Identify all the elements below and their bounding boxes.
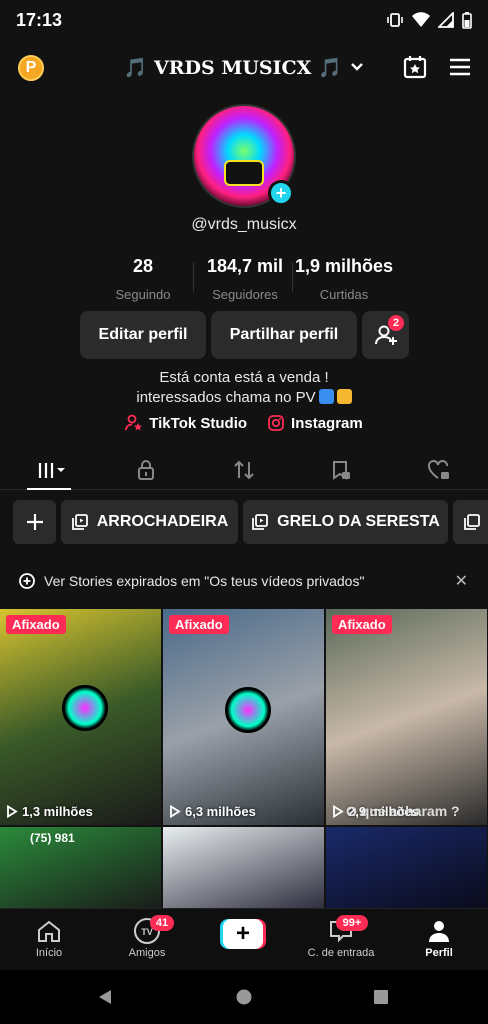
down-arrow-emoji-icon bbox=[318, 389, 334, 404]
profile-bio: Está conta está a venda ! interessados c… bbox=[0, 368, 488, 408]
nav-friends[interactable]: TV Amigos 41 bbox=[102, 915, 192, 959]
story-add-icon bbox=[19, 573, 35, 589]
signal-icon bbox=[438, 12, 454, 28]
account-title: VRDS MUSICX bbox=[153, 57, 312, 79]
home-button-icon[interactable] bbox=[235, 988, 253, 1006]
profile-handle: @vrds_musicx bbox=[191, 216, 297, 233]
recents-icon[interactable] bbox=[373, 989, 389, 1005]
playlist-icon bbox=[464, 514, 480, 530]
svg-text:TV: TV bbox=[141, 927, 153, 937]
tab-videos[interactable] bbox=[30, 456, 70, 484]
plus-icon bbox=[26, 514, 43, 530]
close-icon[interactable]: ✕ bbox=[455, 571, 468, 591]
video-caption: (75) 981 bbox=[30, 831, 75, 845]
playlist-icon bbox=[252, 514, 269, 530]
nav-profile[interactable]: Perfil bbox=[394, 917, 484, 959]
brand-logo bbox=[224, 160, 264, 186]
inbox-tray-emoji-icon bbox=[336, 389, 352, 404]
add-story-button[interactable]: + bbox=[268, 180, 294, 206]
creator-icon bbox=[125, 414, 143, 431]
nav-home[interactable]: Início bbox=[4, 917, 94, 959]
play-icon bbox=[7, 805, 18, 818]
profile-icon bbox=[429, 921, 449, 942]
play-icon bbox=[333, 805, 344, 818]
tab-reposts[interactable] bbox=[224, 456, 264, 484]
channel-logo bbox=[62, 685, 108, 731]
friends-badge: 41 bbox=[150, 915, 174, 931]
chevron-down-icon bbox=[351, 63, 364, 71]
instagram-link[interactable]: Instagram bbox=[267, 414, 363, 432]
tab-private[interactable] bbox=[126, 456, 166, 484]
expired-stories-banner[interactable]: Ver Stories expirados em "Os teus vídeos… bbox=[0, 562, 488, 600]
music-note-icon: 🎵 bbox=[123, 57, 148, 79]
inbox-badge: 99+ bbox=[336, 915, 368, 931]
nav-inbox[interactable]: C. de entrada 99+ bbox=[296, 915, 386, 959]
profile-top-bar: P 🎵 VRDS MUSICX 🎵 bbox=[0, 44, 488, 92]
back-icon[interactable] bbox=[96, 988, 114, 1006]
create-button[interactable]: + bbox=[220, 919, 266, 949]
video-thumbnail[interactable]: Afixado 2,9 milhões O que acharam ? bbox=[326, 609, 487, 825]
vibrate-icon bbox=[387, 13, 403, 27]
tab-favorites[interactable] bbox=[321, 456, 361, 484]
pinned-badge: Afixado bbox=[6, 615, 66, 634]
tiktok-studio-link[interactable]: TikTok Studio bbox=[125, 414, 247, 432]
video-thumbnail[interactable]: (75) 981 bbox=[0, 827, 161, 911]
playlist-chip[interactable] bbox=[453, 500, 488, 544]
music-note-icon: 🎵 bbox=[318, 57, 342, 79]
pinned-badge: Afixado bbox=[332, 615, 392, 634]
stat-followers[interactable]: 184,7 mil Seguidores bbox=[196, 256, 294, 302]
profile-links: TikTok Studio Instagram bbox=[0, 414, 488, 432]
video-thumbnail[interactable] bbox=[163, 827, 324, 911]
instagram-icon bbox=[268, 415, 284, 431]
share-profile-button[interactable]: Partilhar perfil bbox=[211, 311, 357, 359]
playlist-row: ARROCHADEIRA GRELO DA SERESTA bbox=[0, 500, 488, 546]
repost-icon bbox=[234, 460, 254, 480]
play-icon bbox=[170, 805, 181, 818]
notification-badge: 2 bbox=[388, 315, 404, 331]
active-tab-indicator bbox=[27, 488, 71, 490]
channel-logo bbox=[225, 687, 271, 733]
playlist-chip[interactable]: ARROCHADEIRA bbox=[61, 500, 238, 544]
stat-likes[interactable]: 1,9 milhões Curtidas bbox=[288, 256, 400, 302]
view-count: 6,3 milhões bbox=[169, 804, 256, 819]
home-icon bbox=[38, 920, 60, 942]
pinned-badge: Afixado bbox=[169, 615, 229, 634]
heart-lock-icon bbox=[428, 459, 449, 479]
lock-icon bbox=[138, 460, 154, 480]
system-navigation-bar bbox=[0, 970, 488, 1024]
video-thumbnail[interactable]: Afixado 1,3 milhões bbox=[0, 609, 161, 825]
bottom-navigation: Início TV Amigos 41 + C. de entrada 99+ … bbox=[0, 908, 488, 970]
add-playlist-button[interactable] bbox=[13, 500, 56, 544]
video-caption: O que acharam ? bbox=[346, 803, 460, 819]
edit-profile-button[interactable]: Editar perfil bbox=[80, 311, 206, 359]
view-count: 1,3 milhões bbox=[6, 804, 93, 819]
status-bar: 17:13 bbox=[0, 0, 488, 40]
playlist-chip[interactable]: GRELO DA SERESTA bbox=[243, 500, 448, 544]
calendar-star-icon[interactable] bbox=[402, 54, 428, 80]
tab-liked[interactable] bbox=[419, 456, 459, 484]
playlist-icon bbox=[71, 514, 88, 530]
video-thumbnail[interactable] bbox=[326, 827, 487, 911]
wifi-icon bbox=[412, 12, 430, 27]
menu-icon[interactable] bbox=[448, 57, 472, 77]
videos-grid-icon bbox=[38, 463, 65, 478]
battery-icon bbox=[462, 12, 472, 29]
profile-avatar[interactable]: + bbox=[192, 104, 296, 208]
stat-following[interactable]: 28 Seguindo bbox=[94, 256, 192, 302]
add-friends-button[interactable]: 2 bbox=[362, 311, 409, 359]
content-tabs bbox=[0, 450, 488, 490]
stories-notice-text: Ver Stories expirados em "Os teus vídeos… bbox=[44, 573, 365, 589]
status-time: 17:13 bbox=[16, 9, 63, 30]
video-thumbnail[interactable]: Afixado 6,3 milhões bbox=[163, 609, 324, 825]
divider bbox=[193, 262, 194, 292]
bookmark-lock-icon bbox=[333, 461, 350, 480]
